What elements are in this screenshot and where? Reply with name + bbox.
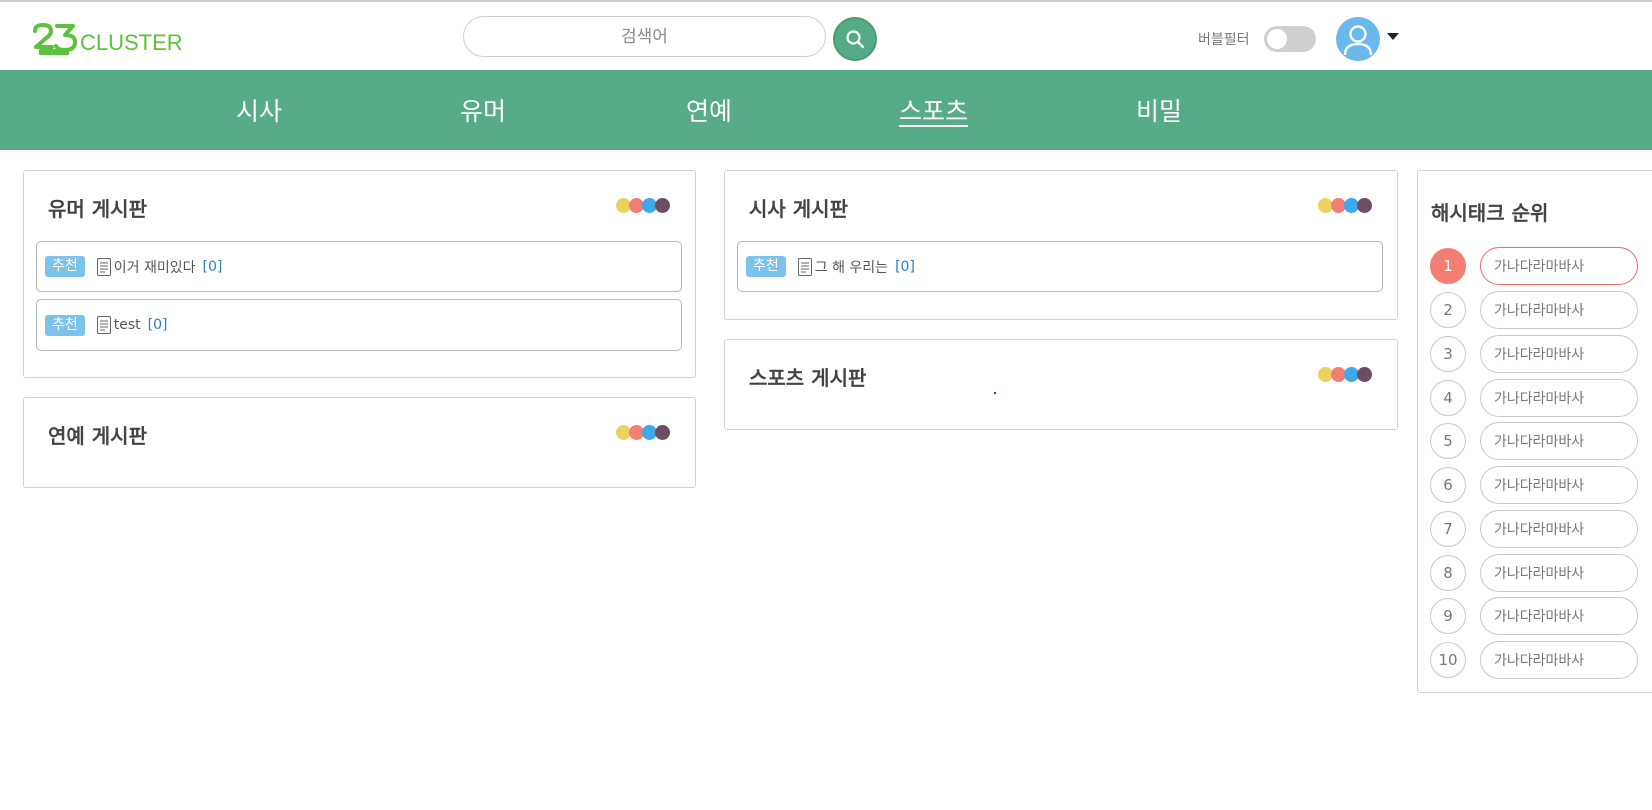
hashtag-chip[interactable]: 가나다라마바사 (1480, 291, 1638, 329)
rank-item: 1 가나다라마바사 (1430, 247, 1650, 285)
board-sports: 스포츠 게시판 (724, 339, 1398, 430)
color-dots (616, 425, 670, 440)
logo-mark-icon (33, 23, 77, 55)
post-item[interactable]: 추천 이거 재미있다 [0] (36, 241, 682, 292)
color-dots (616, 198, 670, 213)
nav-item-entertainment[interactable]: 연예 (686, 92, 732, 128)
comment-count: [0] (202, 258, 223, 275)
rank-item: 10 가나다라마바사 (1430, 641, 1650, 679)
rank-number: 8 (1430, 555, 1466, 591)
recommend-badge: 추천 (45, 256, 85, 277)
hashtag-chip[interactable]: 가나다라마바사 (1480, 641, 1638, 679)
dot-purple (655, 198, 670, 213)
board-entertainment: 연예 게시판 (23, 397, 696, 488)
search-icon (846, 30, 865, 49)
hashtag-chip[interactable]: 가나다라마바사 (1480, 422, 1638, 460)
stray-pixel (994, 392, 996, 394)
board-title[interactable]: 연예 게시판 (48, 420, 147, 449)
post-item[interactable]: 추천 test [0] (36, 299, 682, 351)
document-icon (96, 257, 111, 276)
board-title[interactable]: 스포츠 게시판 (749, 362, 866, 391)
search-input[interactable] (464, 17, 825, 56)
main-nav: 시사 유머 연예 스포츠 비밀 (0, 70, 1652, 150)
toggle-knob (1267, 29, 1287, 49)
document-icon (96, 316, 111, 334)
rank-item: 3 가나다라마바사 (1430, 335, 1650, 373)
comment-count: [0] (895, 258, 915, 275)
nav-item-current-affairs[interactable]: 시사 (236, 92, 282, 128)
rank-number: 9 (1430, 598, 1466, 634)
document-icon (797, 257, 812, 276)
hashtag-chip[interactable]: 가나다라마바사 (1480, 247, 1638, 285)
nav-item-humor[interactable]: 유머 (460, 92, 506, 128)
site-logo[interactable]: CLUSTER (32, 20, 183, 56)
hashtag-chip[interactable]: 가나다라마바사 (1480, 510, 1638, 548)
search-box (463, 16, 826, 57)
rank-number: 3 (1430, 336, 1466, 372)
search-button[interactable] (833, 17, 877, 61)
logo-text: CLUSTER (80, 30, 183, 55)
board-title[interactable]: 유머 게시판 (48, 193, 147, 222)
board-title[interactable]: 시사 게시판 (749, 193, 848, 222)
hashtag-chip[interactable]: 가나다라마바사 (1480, 379, 1638, 417)
recommend-badge: 추천 (746, 256, 786, 277)
hashtag-chip[interactable]: 가나다라마바사 (1480, 335, 1638, 373)
dot-purple (655, 425, 670, 440)
post-title: test (113, 317, 141, 333)
comment-count: [0] (147, 317, 168, 333)
rank-item: 2 가나다라마바사 (1430, 291, 1650, 329)
hashtag-chip[interactable]: 가나다라마바사 (1480, 597, 1638, 635)
color-dots (1318, 198, 1372, 213)
dot-purple (1357, 367, 1372, 382)
bubble-filter-label: 버블필터 (1198, 32, 1250, 48)
rank-number: 1 (1430, 248, 1466, 284)
user-avatar[interactable] (1336, 17, 1380, 61)
nav-item-sports[interactable]: 스포츠 (899, 92, 968, 128)
nav-item-secret[interactable]: 비밀 (1136, 92, 1182, 128)
rank-item: 4 가나다라마바사 (1430, 379, 1650, 417)
post-title: 이거 재미있다 (113, 259, 196, 276)
post-title: 그 해 우리는 (814, 259, 889, 276)
board-current-affairs: 시사 게시판 추천 그 해 우리는 [0] (724, 170, 1398, 320)
rank-item: 8 가나다라마바사 (1430, 554, 1650, 592)
rank-number: 10 (1430, 642, 1466, 678)
hashtag-chip[interactable]: 가나다라마바사 (1480, 466, 1638, 504)
rank-number: 6 (1430, 467, 1466, 503)
rank-item: 6 가나다라마바사 (1430, 466, 1650, 504)
rank-item: 9 가나다라마바사 (1430, 597, 1650, 635)
user-avatar-icon (1343, 25, 1373, 56)
bubble-filter-toggle[interactable] (1264, 26, 1316, 52)
hashtag-chip[interactable]: 가나다라마바사 (1480, 554, 1638, 592)
board-humor: 유머 게시판 추천 이거 재미있다 [0] 추천 test [0] (23, 170, 696, 378)
color-dots (1318, 367, 1372, 382)
rank-number: 5 (1430, 423, 1466, 459)
hashtag-ranking-panel: 해시태크 순위 1 가나다라마바사 2 가나다라마바사 3 가나다라마바사 4 … (1417, 170, 1652, 693)
post-item[interactable]: 추천 그 해 우리는 [0] (737, 241, 1383, 292)
rank-item: 7 가나다라마바사 (1430, 510, 1650, 548)
caret-down-icon[interactable] (1387, 33, 1399, 40)
dot-purple (1357, 198, 1372, 213)
rank-number: 4 (1430, 380, 1466, 416)
header: CLUSTER 버블필터 (0, 2, 1652, 70)
rank-number: 7 (1430, 511, 1466, 547)
recommend-badge: 추천 (45, 314, 85, 336)
ranking-title: 해시태크 순위 (1431, 201, 1549, 225)
rank-item: 5 가나다라마바사 (1430, 422, 1650, 460)
rank-number: 2 (1430, 292, 1466, 328)
